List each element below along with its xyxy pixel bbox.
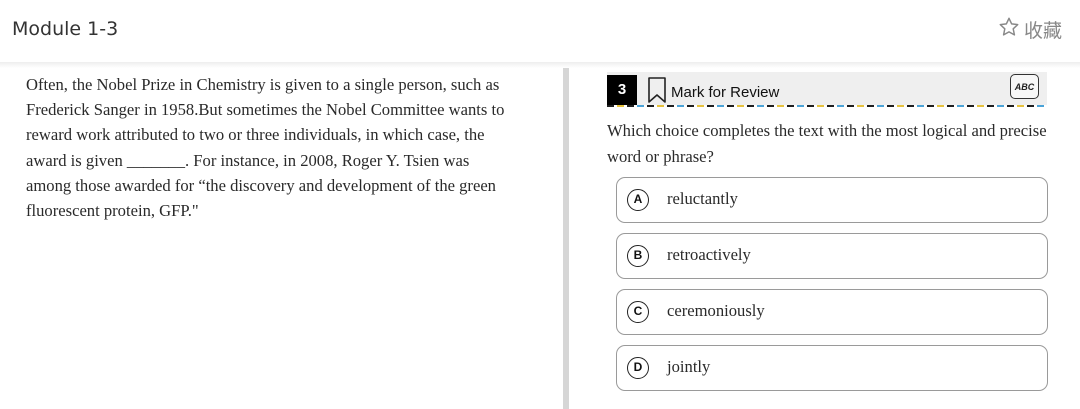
passage-line: among those awarded for “the discovery a… bbox=[26, 175, 496, 195]
collect-button[interactable]: 收藏 bbox=[998, 16, 1062, 43]
question-header: 3 Mark for Review ABC bbox=[607, 72, 1047, 107]
choice-letter: C bbox=[627, 301, 649, 323]
top-bar: Module 1-3 收藏 bbox=[0, 0, 1080, 62]
question-number: 3 bbox=[607, 75, 637, 105]
choice-letter: B bbox=[627, 245, 649, 267]
abc-strikethrough-button[interactable]: ABC bbox=[1010, 74, 1039, 99]
mark-for-review-label: Mark for Review bbox=[671, 84, 780, 101]
header-dashed-rule bbox=[607, 105, 1047, 107]
choice-c[interactable]: C ceremoniously bbox=[616, 289, 1048, 335]
choice-b[interactable]: B retroactively bbox=[616, 233, 1048, 279]
passage-line: Often, the Nobel Prize in Chemistry is g… bbox=[26, 75, 500, 94]
choice-text: retroactively bbox=[667, 245, 751, 264]
passage-line: award is given _______. For instance, in… bbox=[26, 150, 470, 170]
pane-divider[interactable] bbox=[563, 68, 569, 409]
passage-line: fluorescent protein, GFP." bbox=[26, 201, 199, 221]
abc-strikethrough-icon: ABC bbox=[1014, 81, 1035, 92]
choice-letter: D bbox=[627, 357, 649, 379]
header-shadow bbox=[0, 62, 1080, 68]
choice-a[interactable]: A reluctantly bbox=[616, 177, 1048, 223]
collect-label: 收藏 bbox=[1023, 20, 1062, 42]
choice-letter: A bbox=[627, 189, 649, 211]
star-outline-icon bbox=[998, 16, 1020, 43]
passage-line: Frederick Sanger in 1958.But sometimes t… bbox=[26, 100, 505, 120]
question-prompt: Which choice completes the text with the… bbox=[607, 121, 1047, 166]
passage-text: Often, the Nobel Prize in Chemistry is g… bbox=[26, 72, 546, 223]
choice-d[interactable]: D jointly bbox=[616, 345, 1048, 391]
passage-line: reward work attributed to two or three i… bbox=[26, 125, 485, 145]
module-title: Module 1-3 bbox=[12, 18, 119, 40]
choice-text: reluctantly bbox=[667, 189, 738, 208]
choice-text: ceremoniously bbox=[667, 301, 765, 320]
choice-text: jointly bbox=[667, 357, 711, 376]
